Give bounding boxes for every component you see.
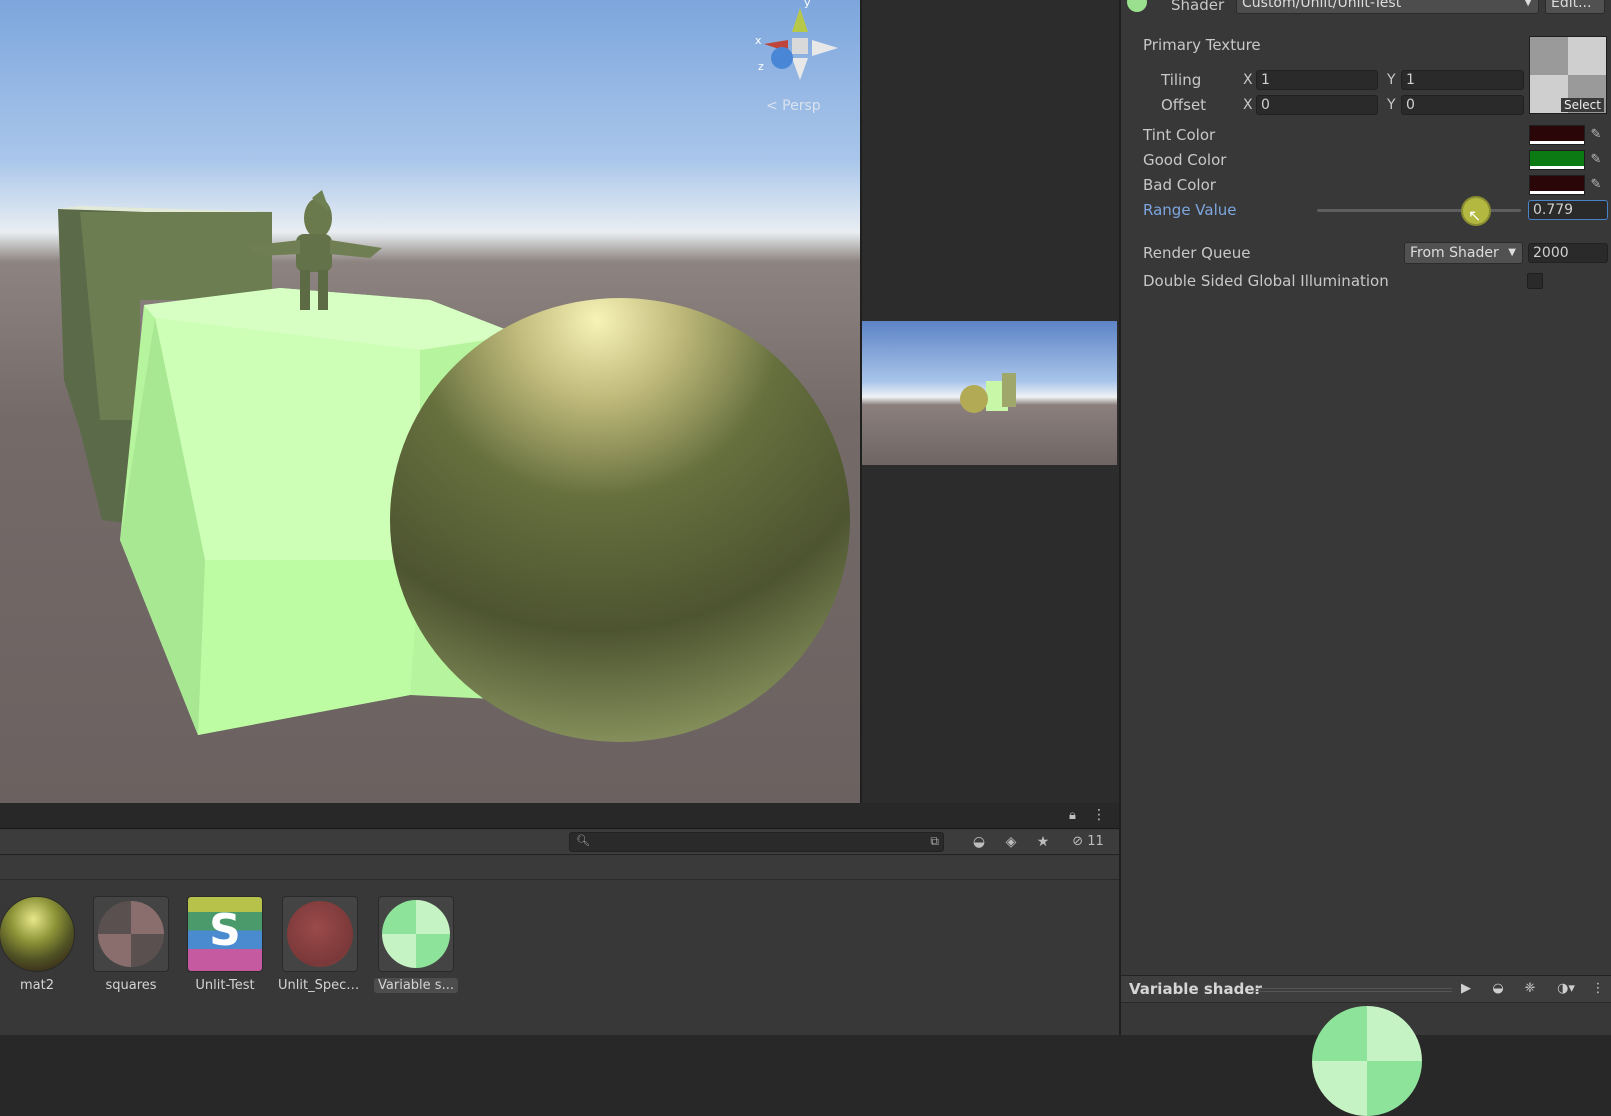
more-options-icon[interactable]: ⋮ [1590,978,1606,1000]
double-sided-gi-label: Double Sided Global Illumination [1143,272,1389,290]
good-color-swatch[interactable] [1529,150,1585,170]
shader-value: Custom/Unlit/Unlit-Test [1242,0,1402,11]
search-scope-icon[interactable]: ⧉ [930,834,939,849]
texture-select-button[interactable]: Select [1560,98,1604,112]
asset-label: Unlit-Test [195,978,255,993]
filter-by-type-icon[interactable]: ◒ [968,832,990,852]
sphere[interactable] [390,298,850,742]
tiling-y-field[interactable]: 1 [1401,70,1524,90]
shader-file-icon: S [187,896,263,972]
project-breadcrumb-bar [0,856,1119,880]
green-material-icon [378,896,454,972]
edit-shader-button[interactable]: Edit... [1545,0,1605,14]
render-queue-mode: From Shader [1410,245,1499,261]
tiling-y-axis-label: Y [1387,72,1396,88]
asset-item-mat2[interactable]: mat2 [0,896,79,993]
search-icon: 🔍︎ [576,834,590,847]
preview-mesh-dropdown[interactable]: ◑▾ [1549,978,1583,1000]
eye-slash-icon: ⊘ [1072,834,1084,849]
shader-label: Shader [1171,0,1225,14]
render-queue-label: Render Queue [1143,244,1251,262]
material-preview-sphere [1312,1006,1422,1116]
mouse-cursor-icon: ↖ [1468,206,1482,225]
render-queue-dropdown[interactable]: From Shader ▼ [1404,242,1523,264]
gizmo-z-label: z [758,60,764,73]
eyedropper-icon[interactable]: ✎ [1586,150,1606,170]
lock-icon[interactable]: 🔒︎ [1069,808,1076,823]
red-material-icon [282,896,358,972]
offset-y-axis-label: Y [1387,97,1396,113]
double-sided-gi-checkbox[interactable] [1527,273,1543,289]
gizmo-y-label: y [804,0,811,9]
tiling-x-axis-label: X [1243,72,1253,88]
tint-color-swatch[interactable] [1529,125,1585,145]
tint-color-label: Tint Color [1143,126,1216,144]
preview-shape-icon[interactable]: ◒ [1485,978,1511,1000]
asset-label: Unlit_Speci... [278,978,362,993]
scene-objects [58,8,850,742]
bad-color-swatch[interactable] [1529,175,1585,195]
eyedropper-icon[interactable]: ✎ [1586,175,1606,195]
asset-item-unlit-speci[interactable]: Unlit_Speci... [278,896,362,993]
preview-title: Variable shader [1129,980,1262,998]
asset-label: squares [105,978,157,993]
asset-item-variable-shader[interactable]: Variable s... [374,896,458,993]
sphere-material-icon [0,896,75,972]
asset-label: mat2 [20,978,54,993]
offset-x-axis-label: X [1243,97,1253,113]
asset-item-unlit-test[interactable]: S Unlit-Test [183,896,267,993]
chevron-down-icon: ▼ [1508,247,1516,258]
more-options-icon[interactable]: ⋮ [1092,807,1106,823]
bad-color-label: Bad Color [1143,176,1216,194]
texture-slot[interactable]: Select [1529,36,1607,114]
orientation-gizmo[interactable] [764,8,838,80]
offset-x-field[interactable]: 0 [1256,95,1378,115]
chevron-down-icon: ▼ [1524,0,1532,8]
primary-texture-label: Primary Texture [1143,36,1261,54]
preview-drag-handle[interactable] [1254,988,1452,992]
edit-label: Edit... [1551,0,1592,11]
project-header: 🔒︎ ⋮ [0,805,1119,829]
favorites-icon[interactable]: ★ [1032,832,1054,852]
eyedropper-icon[interactable]: ✎ [1586,125,1606,145]
offset-label: Offset [1161,96,1207,114]
checker-material-icon [93,896,169,972]
camera-preview [862,321,1117,465]
asset-label: Variable s... [374,978,458,993]
asset-item-squares[interactable]: squares [89,896,173,993]
range-value-label: Range Value [1143,201,1237,219]
filter-by-label-icon[interactable]: ◈ [1000,832,1022,852]
range-slider-track[interactable] [1317,198,1521,224]
hidden-count: 11 [1087,834,1104,849]
good-color-label: Good Color [1143,151,1227,169]
render-queue-field[interactable]: 2000 [1528,243,1608,263]
hidden-packages-toggle[interactable]: ⊘ 11 [1066,832,1110,852]
play-icon[interactable]: ▶ [1453,978,1479,1000]
offset-y-field[interactable]: 0 [1401,95,1524,115]
project-toolbar [0,830,1119,855]
sphere-icon: ◑ [1557,981,1569,996]
shader-dropdown[interactable]: Custom/Unlit/Unlit-Test ▼ [1236,0,1539,14]
tiling-label: Tiling [1161,71,1202,89]
camera-preview-objects [960,373,1016,413]
preview-light-icon[interactable]: ❈ [1517,978,1543,1000]
gizmo-x-label: x [755,34,762,47]
projection-toggle[interactable]: < Persp [766,98,821,114]
tiling-x-field[interactable]: 1 [1256,70,1378,90]
search-input[interactable]: 🔍︎ ⧉ [569,832,944,852]
range-value-field[interactable]: 0.779 [1528,200,1608,220]
scene-view[interactable]: x y z < Persp [0,0,860,803]
